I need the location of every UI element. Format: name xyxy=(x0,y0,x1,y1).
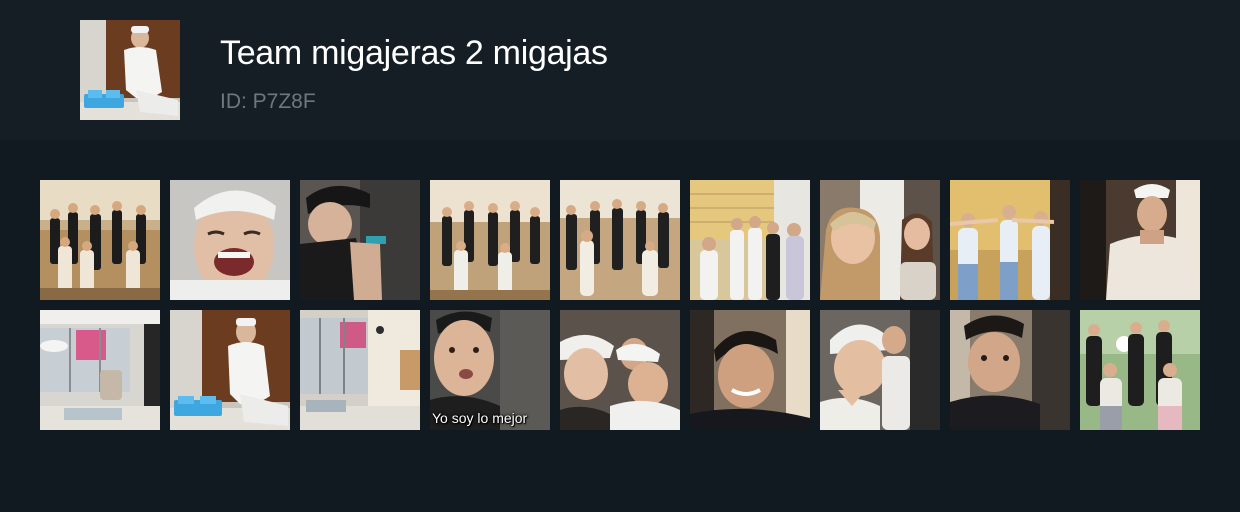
video-thumbnail[interactable] xyxy=(820,180,940,300)
video-thumbnail[interactable] xyxy=(170,310,290,430)
video-thumbnail[interactable] xyxy=(430,180,550,300)
man-white-shirt-thumbnail xyxy=(1080,180,1200,300)
page-title: Team migajeras 2 migajas xyxy=(220,34,608,72)
profile-header: Team migajeras 2 migajas ID: P7Z8F xyxy=(0,0,1240,140)
group-dance-green-thumbnail xyxy=(1080,310,1200,430)
video-thumbnail[interactable] xyxy=(690,180,810,300)
selfie-group-thumbnail xyxy=(560,310,680,430)
video-caption: Yo soy lo mejor xyxy=(432,410,528,426)
video-thumbnail[interactable] xyxy=(1080,310,1200,430)
profile-photo-icon xyxy=(80,20,180,120)
group-dance-thumbnail xyxy=(430,180,550,300)
group-pose-thumbnail xyxy=(950,180,1070,300)
video-grid: Yo soy lo mejor xyxy=(40,180,1200,430)
seated-man-thumbnail xyxy=(170,310,290,430)
group-dance-thumbnail xyxy=(40,180,160,300)
group-indoor-thumbnail xyxy=(690,180,810,300)
video-thumbnail[interactable] xyxy=(560,310,680,430)
face-closeup-thumbnail xyxy=(950,310,1070,430)
selfie-group-thumbnail xyxy=(820,310,940,430)
profile-avatar[interactable] xyxy=(80,20,180,120)
video-thumbnail[interactable]: Yo soy lo mejor xyxy=(430,310,550,430)
video-thumbnail[interactable] xyxy=(1080,180,1200,300)
face-closeup-thumbnail xyxy=(690,310,810,430)
video-thumbnail[interactable] xyxy=(300,180,420,300)
interior-room-thumbnail xyxy=(40,310,160,430)
video-thumbnail[interactable] xyxy=(820,310,940,430)
video-thumbnail[interactable] xyxy=(300,310,420,430)
video-thumbnail[interactable] xyxy=(40,310,160,430)
two-girls-thumbnail xyxy=(820,180,940,300)
laughing-closeup-thumbnail xyxy=(170,180,290,300)
video-thumbnail[interactable] xyxy=(690,310,810,430)
person-in-cap-thumbnail xyxy=(300,180,420,300)
video-thumbnail[interactable] xyxy=(950,180,1070,300)
interior-room-thumbnail xyxy=(300,310,420,430)
video-thumbnail[interactable] xyxy=(40,180,160,300)
video-thumbnail[interactable] xyxy=(170,180,290,300)
group-dance-thumbnail xyxy=(560,180,680,300)
video-thumbnail[interactable] xyxy=(950,310,1070,430)
profile-id: ID: P7Z8F xyxy=(220,90,316,113)
video-thumbnail[interactable] xyxy=(560,180,680,300)
